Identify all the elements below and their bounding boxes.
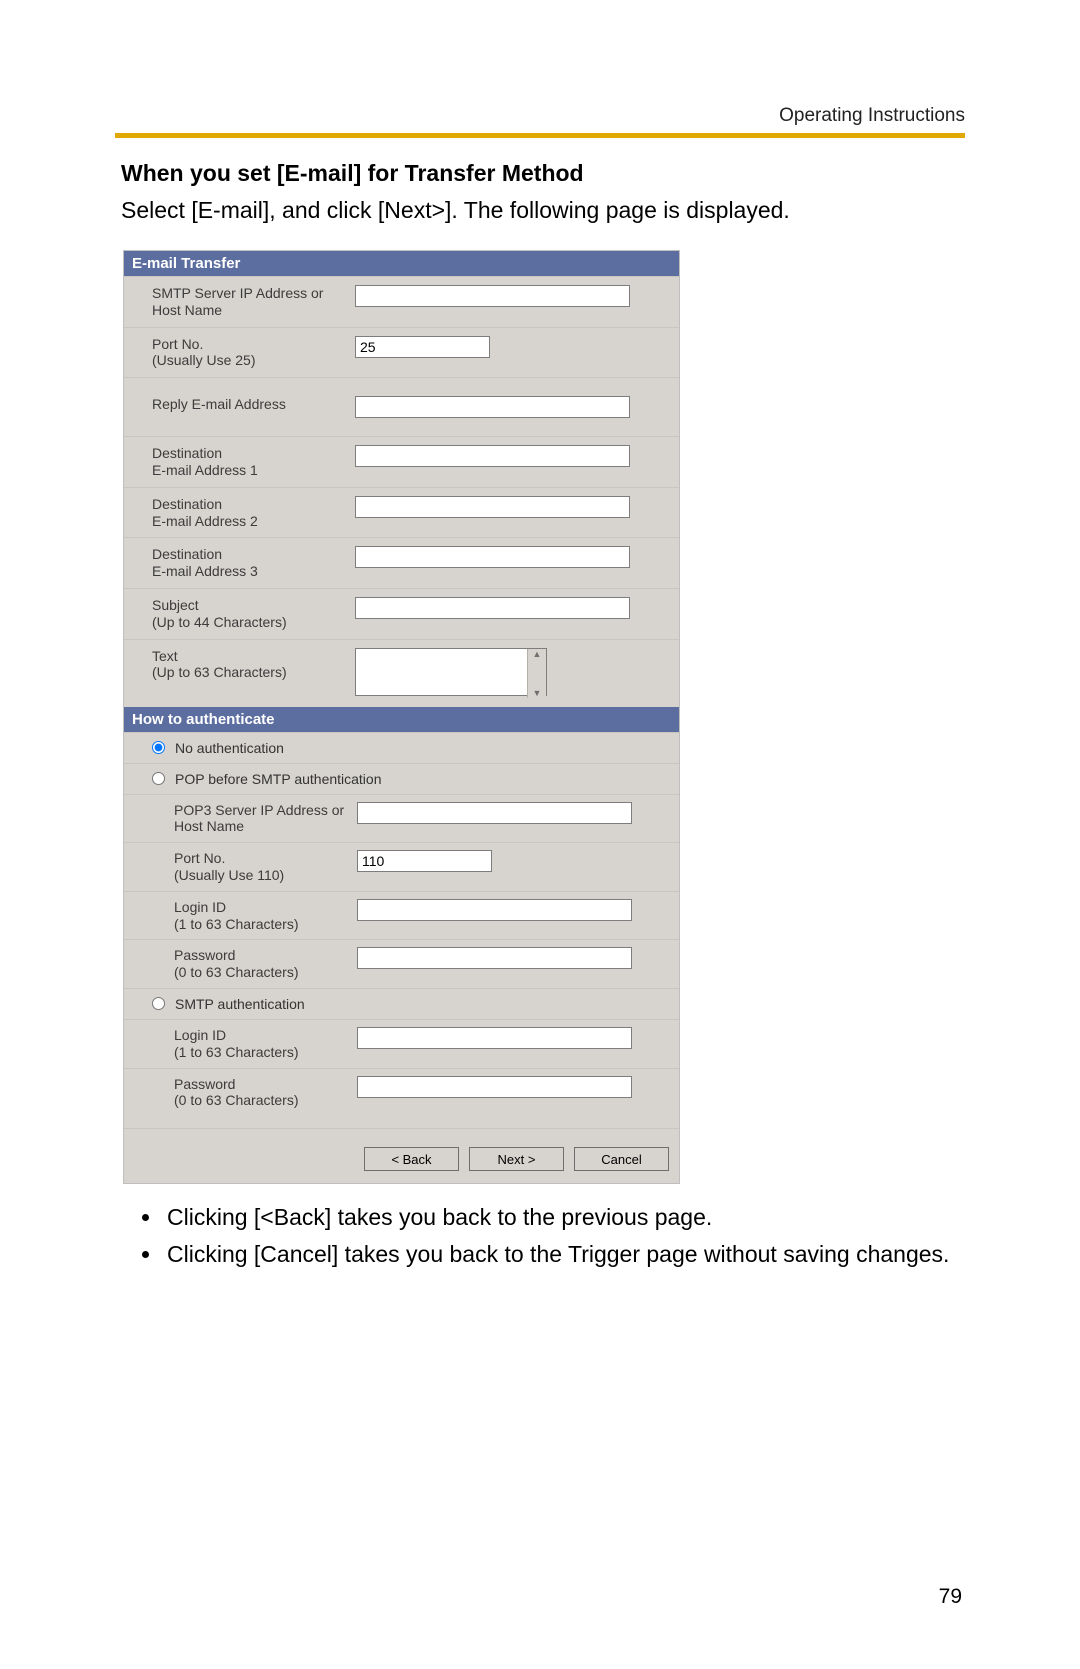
dest3-label: Destination E-mail Address 3 <box>152 546 355 580</box>
next-button[interactable]: Next > <box>469 1147 564 1171</box>
note-item: Clicking [<Back] takes you back to the p… <box>163 1202 965 1233</box>
auth-smtp-radio[interactable] <box>152 997 165 1010</box>
smtp-password-input[interactable] <box>357 1076 632 1098</box>
page-number: 79 <box>939 1585 962 1609</box>
pop-login-input[interactable] <box>357 899 632 921</box>
smtp-port-label: Port No. (Usually Use 25) <box>152 336 355 370</box>
back-button[interactable]: < Back <box>364 1147 459 1171</box>
smtp-login-label: Login ID (1 to 63 Characters) <box>174 1027 357 1061</box>
section-header-email-transfer: E-mail Transfer <box>124 251 679 276</box>
dest2-input[interactable] <box>355 496 630 518</box>
email-transfer-dialog: E-mail Transfer SMTP Server IP Address o… <box>123 250 680 1184</box>
pop-port-input[interactable] <box>357 850 492 872</box>
dest2-label: Destination E-mail Address 2 <box>152 496 355 530</box>
cancel-button[interactable]: Cancel <box>574 1147 669 1171</box>
auth-smtp-label: SMTP authentication <box>175 996 305 1012</box>
dest1-input[interactable] <box>355 445 630 467</box>
section-header-authentication: How to authenticate <box>124 707 679 732</box>
dest1-label: Destination E-mail Address 1 <box>152 445 355 479</box>
text-body-input[interactable] <box>355 648 547 696</box>
smtp-login-input[interactable] <box>357 1027 632 1049</box>
pop-port-label: Port No. (Usually Use 110) <box>174 850 357 884</box>
reply-email-label: Reply E-mail Address <box>152 396 355 413</box>
section-heading: When you set [E-mail] for Transfer Metho… <box>121 160 965 187</box>
smtp-server-label: SMTP Server IP Address or Host Name <box>152 285 355 319</box>
pop-server-label: POP3 Server IP Address or Host Name <box>174 802 357 836</box>
notes-list: Clicking [<Back] takes you back to the p… <box>163 1202 965 1270</box>
dest3-input[interactable] <box>355 546 630 568</box>
smtp-password-label: Password (0 to 63 Characters) <box>174 1076 357 1110</box>
intro-text: Select [E-mail], and click [Next>]. The … <box>121 195 965 226</box>
pop-password-input[interactable] <box>357 947 632 969</box>
subject-label: Subject (Up to 44 Characters) <box>152 597 355 631</box>
smtp-server-input[interactable] <box>355 285 630 307</box>
pop-password-label: Password (0 to 63 Characters) <box>174 947 357 981</box>
note-item: Clicking [Cancel] takes you back to the … <box>163 1239 965 1270</box>
pop-server-input[interactable] <box>357 802 632 824</box>
text-body-label: Text (Up to 63 Characters) <box>152 648 355 682</box>
auth-pop-radio[interactable] <box>152 772 165 785</box>
auth-none-radio[interactable] <box>152 741 165 754</box>
scrollbar-stub: ▲▼ <box>527 649 546 698</box>
reply-email-input[interactable] <box>355 396 630 418</box>
divider <box>115 133 965 138</box>
header-label: Operating Instructions <box>115 105 965 127</box>
auth-pop-label: POP before SMTP authentication <box>175 771 382 787</box>
subject-input[interactable] <box>355 597 630 619</box>
pop-login-label: Login ID (1 to 63 Characters) <box>174 899 357 933</box>
auth-none-label: No authentication <box>175 740 284 756</box>
smtp-port-input[interactable] <box>355 336 490 358</box>
